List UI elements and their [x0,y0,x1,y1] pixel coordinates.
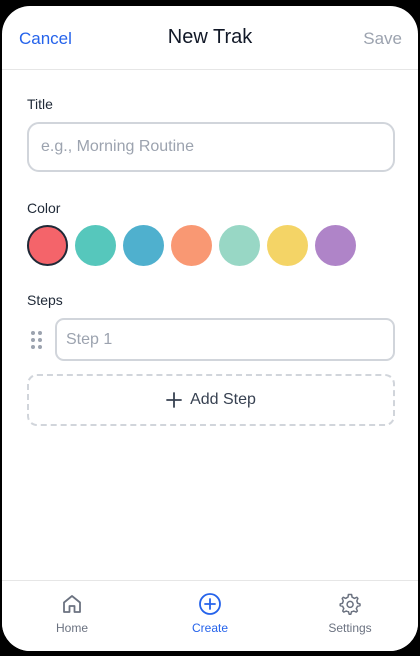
color-swatch-6[interactable] [267,225,308,266]
drag-handle-icon[interactable] [30,330,44,350]
step-row [27,318,395,361]
app-screen: Cancel New Trak Save Title Color Steps A… [2,6,418,651]
home-icon [63,595,81,613]
steps-label: Steps [27,292,63,308]
tab-create[interactable]: Create [140,581,280,651]
color-swatch-4[interactable] [171,225,212,266]
tab-settings[interactable]: Settings [280,581,418,651]
color-picker [27,225,356,267]
add-step-label: Add Step [190,391,256,408]
tab-home[interactable]: Home [2,581,142,651]
color-swatch-1[interactable] [27,225,68,266]
color-swatch-3[interactable] [123,225,164,266]
tab-home-label: Home [55,621,88,635]
nav-header: Cancel New Trak Save [2,6,418,70]
color-swatch-7[interactable] [315,225,356,266]
tab-bar: Home Create Settings [2,580,418,651]
save-button[interactable]: Save [363,29,402,49]
tab-settings-label: Settings [328,621,372,635]
page-title: New Trak [167,26,253,48]
color-swatch-2[interactable] [75,225,116,266]
title-input[interactable] [27,122,395,172]
plus-circle-icon [199,593,221,615]
tab-create-label: Create [191,621,229,635]
color-swatch-5[interactable] [219,225,260,266]
title-label: Title [27,96,53,112]
plus-icon [166,392,182,408]
add-step-button[interactable]: Add Step [27,374,395,426]
step-input[interactable] [55,318,395,361]
gear-icon [339,593,361,616]
color-label: Color [27,200,61,216]
